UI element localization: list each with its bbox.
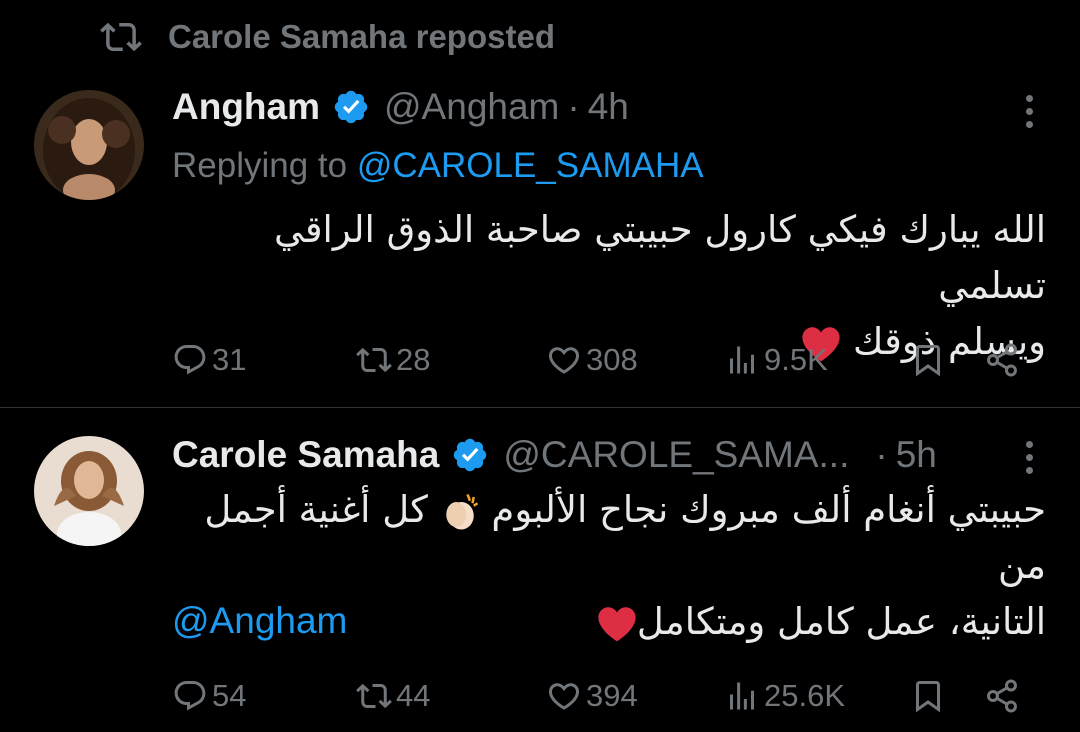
bookmark-icon [916, 345, 940, 377]
bookmark-icon [916, 681, 940, 713]
heart-icon [548, 347, 580, 374]
bookmark-button[interactable] [910, 342, 946, 378]
verified-badge-icon [454, 438, 487, 472]
author-name[interactable]: Carole Samaha [172, 434, 439, 476]
views-count: 9.5K [764, 342, 828, 377]
more-icon[interactable] [1024, 95, 1034, 128]
views-button[interactable]: 9.5K [724, 342, 828, 378]
avatar-angham[interactable] [34, 90, 144, 200]
tweet-actions: 31 28 308 9.5K [172, 336, 1032, 384]
avatar-carole[interactable] [34, 436, 144, 546]
repost-banner[interactable]: Carole Samaha reposted [100, 16, 555, 58]
separator-dot: · [567, 86, 580, 127]
author-name[interactable]: Angham [172, 86, 320, 128]
share-icon [987, 343, 1017, 377]
verified-badge-icon [334, 90, 368, 124]
reply-icon [174, 681, 206, 711]
replying-to: Replying to @CAROLE_SAMAHA [172, 146, 704, 186]
views-icon [730, 682, 754, 710]
timestamp[interactable]: 4h [588, 86, 629, 128]
repost-button[interactable]: 28 [356, 342, 430, 378]
tweet-header: Angham @Angham · 4h [172, 86, 629, 128]
tweet-text-segment: التانية، عمل كامل ومتكامل [636, 600, 1046, 643]
tweet-text-line: الله يبارك فيكي كارول حبيبتي صاحبة الذوق… [274, 208, 1046, 307]
share-button[interactable] [984, 678, 1020, 714]
clapping-hands-emoji-icon [445, 493, 478, 529]
timestamp[interactable]: 5h [896, 434, 937, 476]
reply-count: 54 [212, 678, 247, 713]
tweet-header: Carole Samaha @CAROLE_SAMA... · 5h [172, 434, 937, 476]
share-button[interactable] [984, 342, 1020, 378]
reply-button[interactable]: 31 [172, 342, 246, 378]
repost-icon [100, 22, 142, 52]
author-handle[interactable]: @Angham [384, 86, 559, 128]
red-heart-emoji-icon [598, 606, 636, 641]
like-button[interactable]: 308 [546, 342, 638, 378]
like-count: 308 [586, 342, 638, 377]
repost-icon [356, 347, 392, 373]
divider [0, 407, 1080, 408]
mention-link[interactable]: @Angham [172, 600, 347, 642]
reply-count: 31 [212, 342, 247, 377]
replying-prefix: Replying to [172, 146, 357, 185]
views-button[interactable]: 25.6K [724, 678, 845, 714]
repost-banner-text: Carole Samaha reposted [168, 18, 555, 55]
like-button[interactable]: 394 [546, 678, 638, 714]
bookmark-button[interactable] [910, 678, 946, 714]
repost-icon [356, 683, 392, 709]
repost-count: 28 [396, 342, 431, 377]
replying-to-mention[interactable]: @CAROLE_SAMAHA [357, 146, 704, 185]
more-icon[interactable] [1024, 441, 1034, 474]
like-count: 394 [586, 678, 638, 713]
repost-count: 44 [396, 678, 431, 713]
tweet-text-line: حبيبتي أنغام ألف مبروك نجاح الألبوم كل أ… [172, 482, 1046, 594]
author-handle[interactable]: @CAROLE_SAMA... [503, 434, 849, 476]
share-icon [987, 679, 1017, 713]
reply-icon [174, 345, 206, 375]
separator-dot: · [875, 434, 888, 475]
views-count: 25.6K [764, 678, 846, 713]
views-icon [730, 346, 754, 374]
repost-button[interactable]: 44 [356, 678, 430, 714]
tweet-text-segment: حبيبتي أنغام ألف مبروك نجاح الألبوم [491, 488, 1046, 531]
heart-icon [548, 683, 580, 710]
reply-button[interactable]: 54 [172, 678, 246, 714]
tweet-actions: 54 44 394 25.6K [172, 672, 1032, 720]
